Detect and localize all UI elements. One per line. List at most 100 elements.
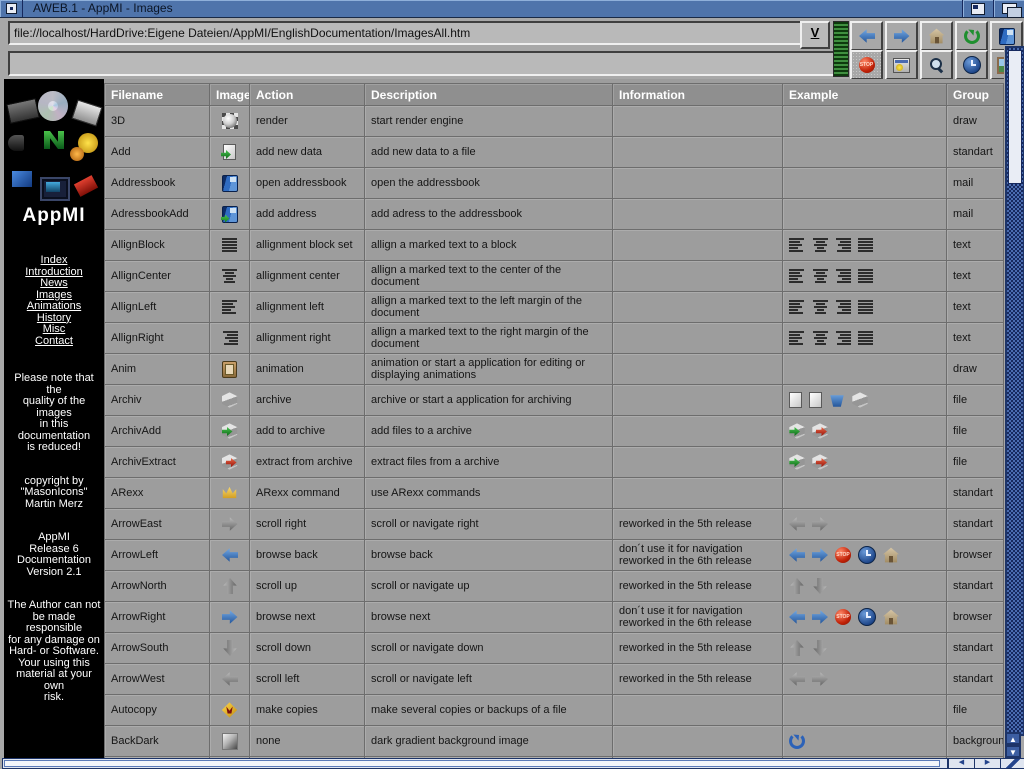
search-button[interactable] xyxy=(920,50,953,80)
horizontal-scroll-thumb[interactable] xyxy=(4,760,940,767)
cell-grp: draw xyxy=(947,354,1004,385)
zip-window-icon[interactable] xyxy=(962,0,993,17)
book-blue-icon xyxy=(999,28,1015,45)
cell-act: none xyxy=(250,726,365,757)
cell-info: don´t use it for navigation reworked in … xyxy=(613,540,783,571)
align-block-icon xyxy=(858,237,874,253)
reload-button[interactable] xyxy=(955,21,988,51)
cell-file: ArrowLeft xyxy=(105,540,210,571)
cube-green-icon xyxy=(789,454,805,470)
scroll-up-icon[interactable]: ▲ xyxy=(1005,732,1021,745)
cell-img xyxy=(210,633,250,664)
vertical-scroll-track[interactable] xyxy=(1005,46,1024,736)
cell-file: ArchivAdd xyxy=(105,416,210,447)
page-icon xyxy=(789,392,802,408)
horizontal-scrollbar[interactable]: ◀ ▶ xyxy=(0,758,1024,768)
cell-file: Autocopy xyxy=(105,695,210,726)
window-resize-icon[interactable] xyxy=(1000,758,1024,769)
refresh-blue-icon xyxy=(789,733,805,749)
clock-icon xyxy=(858,546,876,564)
cell-info xyxy=(613,292,783,323)
cell-file: Anim xyxy=(105,354,210,385)
cell-act: allignment block set xyxy=(250,230,365,261)
arrow-down-gray-icon xyxy=(812,578,828,594)
arrow-down-gray-icon xyxy=(222,640,238,656)
cell-grp: text xyxy=(947,292,1004,323)
table-row: AllignBlockallignment block setallign a … xyxy=(105,230,1004,261)
arrow-left-blue-icon xyxy=(789,609,805,625)
cell-grp: text xyxy=(947,230,1004,261)
cell-info xyxy=(613,354,783,385)
cell-act: animation xyxy=(250,354,365,385)
cell-file: Archiv xyxy=(105,385,210,416)
vertical-scroll-thumb[interactable] xyxy=(1008,50,1022,184)
cell-act: allignment right xyxy=(250,323,365,354)
cell-grp: standart xyxy=(947,478,1004,509)
align-block-icon xyxy=(858,299,874,315)
arrow-left-gray-icon xyxy=(789,516,805,532)
cell-ex xyxy=(783,416,947,447)
align-right-icon xyxy=(222,330,238,346)
sidebar-note: Please note that the quality of the imag… xyxy=(6,373,102,454)
status-field xyxy=(8,51,838,76)
cell-grp: standart xyxy=(947,633,1004,664)
url-history-dropdown-button[interactable]: V xyxy=(800,21,830,49)
images-table-wrap: FilenameImageActionDescriptionInformatio… xyxy=(104,79,1004,758)
table-row: ArrowEastscroll rightscroll or navigate … xyxy=(105,509,1004,540)
stop-icon xyxy=(835,609,851,625)
url-input[interactable]: file://localhost/HardDrive:Eigene Dateie… xyxy=(8,21,806,45)
cell-grp: background xyxy=(947,726,1004,757)
ball-3d-icon xyxy=(222,113,238,129)
page-add-green-icon xyxy=(223,144,236,160)
images-table: FilenameImageActionDescriptionInformatio… xyxy=(104,83,1004,758)
forward-button[interactable] xyxy=(885,21,918,51)
arrow-left-gray-icon xyxy=(222,671,238,687)
table-row: ArrowNorthscroll upscroll or navigate up… xyxy=(105,571,1004,602)
film-icon xyxy=(222,361,237,378)
close-window-icon[interactable] xyxy=(0,0,23,17)
cd-icon xyxy=(38,91,68,121)
cell-act: browse back xyxy=(250,540,365,571)
cell-ex xyxy=(783,106,947,137)
sidebar: AppMI IndexIntroductionNewsImagesAnimati… xyxy=(4,79,104,758)
sidebar-link-index[interactable]: Index xyxy=(4,255,104,267)
cell-img xyxy=(210,323,250,354)
sidebar-link-animations[interactable]: Animations xyxy=(4,301,104,313)
cell-ex xyxy=(783,664,947,695)
sidebar-link-news[interactable]: News xyxy=(4,278,104,290)
sidebar-link-contact[interactable]: Contact xyxy=(4,336,104,348)
cell-desc: start render engine xyxy=(365,106,613,137)
horizontal-scroll-track[interactable] xyxy=(2,758,948,769)
history-button[interactable] xyxy=(955,50,988,80)
cell-file: ArrowEast xyxy=(105,509,210,540)
arrow-right-blue-icon xyxy=(222,609,238,625)
scroll-right-icon[interactable]: ▶ xyxy=(974,758,1001,769)
sidebar-note: AppMI Release 6 Documentation Version 2.… xyxy=(6,532,102,578)
cell-ex xyxy=(783,292,947,323)
cube-icon xyxy=(852,392,868,408)
column-header-action: Action xyxy=(250,84,365,106)
stop-button[interactable] xyxy=(850,50,883,80)
sidebar-link-misc[interactable]: Misc xyxy=(4,324,104,336)
depth-window-icon[interactable] xyxy=(993,0,1024,17)
cell-img xyxy=(210,168,250,199)
scroll-down-icon[interactable]: ▼ xyxy=(1005,745,1021,758)
cell-img xyxy=(210,354,250,385)
arrow-left-blue-icon xyxy=(859,28,875,44)
cell-file: AllignCenter xyxy=(105,261,210,292)
cell-grp: file xyxy=(947,695,1004,726)
cell-img xyxy=(210,447,250,478)
home-button[interactable] xyxy=(920,21,953,51)
scroll-left-icon[interactable]: ◀ xyxy=(948,758,975,769)
chip-icon xyxy=(6,98,40,124)
load-images-button[interactable] xyxy=(885,50,918,80)
align-right-icon xyxy=(835,268,851,284)
cell-act: scroll up xyxy=(250,571,365,602)
table-row: ArrowLeftbrowse backbrowse backdon´t use… xyxy=(105,540,1004,571)
table-row: Addressbookopen addressbookopen the addr… xyxy=(105,168,1004,199)
cell-img xyxy=(210,540,250,571)
vertical-scrollbar[interactable]: ▲ ▼ xyxy=(1004,46,1024,758)
back-button[interactable] xyxy=(850,21,883,51)
cell-act: browse next xyxy=(250,602,365,633)
gradient-square-icon xyxy=(222,733,238,750)
